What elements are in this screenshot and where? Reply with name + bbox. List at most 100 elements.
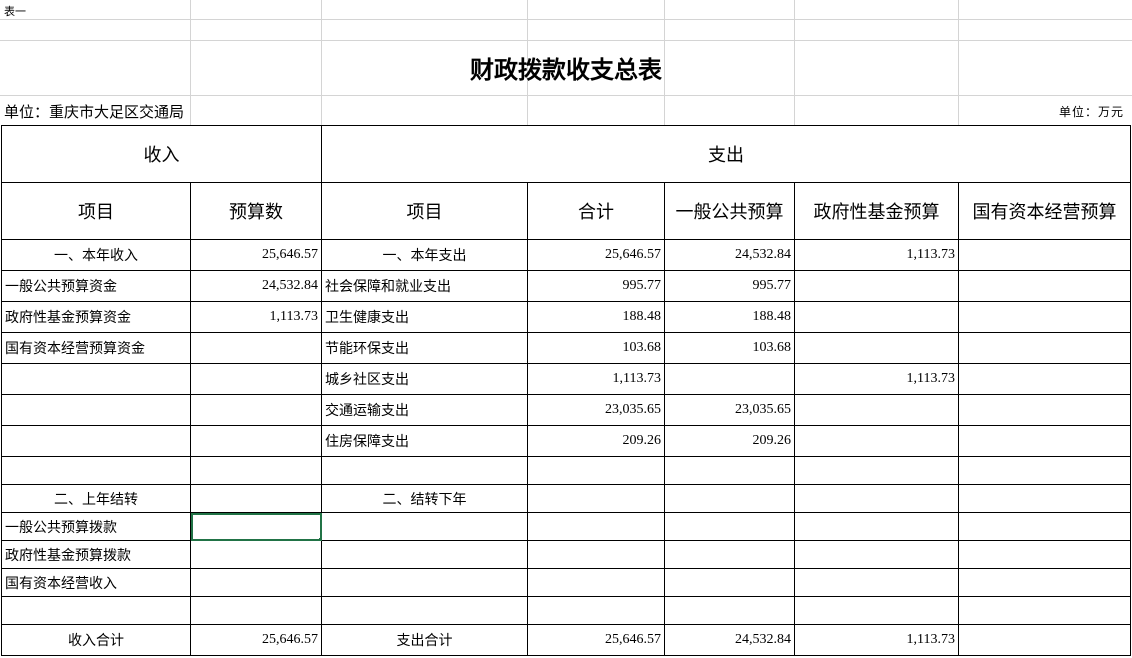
cell[interactable]: 188.48 [664, 301, 795, 333]
cell[interactable]: 24,532.84 [664, 239, 795, 271]
cell[interactable] [190, 596, 322, 625]
cell[interactable] [664, 456, 795, 485]
cell[interactable]: 1,113.73 [794, 239, 959, 271]
cell[interactable] [957, 394, 1132, 426]
cell[interactable]: 1,113.73 [794, 363, 959, 395]
cell[interactable] [190, 540, 322, 569]
cell[interactable] [1, 425, 191, 457]
cell[interactable]: 二、上年结转 [1, 484, 191, 513]
cell[interactable]: 国有资本经营收入 [1, 568, 191, 597]
cell[interactable] [1, 456, 191, 485]
cell[interactable] [190, 568, 322, 597]
cell[interactable]: 一般公共预算拨款 [1, 512, 191, 541]
cell[interactable] [957, 568, 1132, 597]
cell[interactable]: 995.77 [527, 270, 665, 302]
cell[interactable]: 209.26 [527, 425, 665, 457]
income-total-value[interactable]: 25,646.57 [190, 624, 322, 656]
cell[interactable] [664, 512, 795, 541]
cell[interactable]: 25,646.57 [527, 239, 665, 271]
income-header[interactable]: 收入 [1, 125, 322, 183]
cell[interactable] [957, 512, 1132, 541]
col-income-item[interactable]: 项目 [1, 182, 191, 240]
cell[interactable] [321, 596, 528, 625]
cell[interactable] [794, 540, 959, 569]
cell[interactable]: 卫生健康支出 [321, 301, 528, 333]
cell[interactable] [664, 484, 795, 513]
cell[interactable] [321, 512, 528, 541]
cell[interactable] [957, 301, 1132, 333]
cell[interactable]: 一、本年支出 [321, 239, 528, 271]
cell[interactable]: 节能环保支出 [321, 332, 528, 364]
cell[interactable]: 995.77 [664, 270, 795, 302]
cell[interactable] [1, 394, 191, 426]
cell[interactable] [1, 363, 191, 395]
cell[interactable] [794, 425, 959, 457]
cell[interactable] [957, 363, 1132, 395]
cell[interactable]: 住房保障支出 [321, 425, 528, 457]
col-total[interactable]: 合计 [527, 182, 665, 240]
cell[interactable] [957, 425, 1132, 457]
cell[interactable] [190, 456, 322, 485]
cell[interactable] [794, 394, 959, 426]
cell[interactable] [527, 456, 665, 485]
selected-cell[interactable] [190, 512, 322, 541]
cell[interactable] [190, 394, 322, 426]
cell[interactable]: 一般公共预算资金 [1, 270, 191, 302]
cell[interactable] [957, 239, 1132, 271]
cell[interactable]: 1,113.73 [190, 301, 322, 333]
cell[interactable] [794, 332, 959, 364]
cell[interactable] [527, 484, 665, 513]
cell[interactable]: 23,035.65 [527, 394, 665, 426]
cell[interactable]: 25,646.57 [190, 239, 322, 271]
cell[interactable] [957, 332, 1132, 364]
cell[interactable]: 交通运输支出 [321, 394, 528, 426]
cell[interactable] [794, 512, 959, 541]
col-fund-budget[interactable]: 政府性基金预算 [794, 182, 959, 240]
cell[interactable] [190, 332, 322, 364]
col-state-capital-budget[interactable]: 国有资本经营预算 [957, 182, 1132, 240]
income-total-label[interactable]: 收入合计 [1, 624, 191, 656]
cell[interactable] [664, 363, 795, 395]
cell[interactable] [527, 596, 665, 625]
cell[interactable] [1, 596, 191, 625]
cell[interactable] [957, 456, 1132, 485]
cell[interactable] [190, 484, 322, 513]
cell[interactable]: 政府性基金预算资金 [1, 301, 191, 333]
cell[interactable] [664, 568, 795, 597]
col-budget-amount[interactable]: 预算数 [190, 182, 322, 240]
cell[interactable] [794, 270, 959, 302]
col-general-budget[interactable]: 一般公共预算 [664, 182, 795, 240]
cell[interactable]: 209.26 [664, 425, 795, 457]
col-expense-item[interactable]: 项目 [321, 182, 528, 240]
cell[interactable] [794, 596, 959, 625]
cell[interactable] [794, 484, 959, 513]
cell[interactable] [664, 540, 795, 569]
cell[interactable]: 政府性基金预算拨款 [1, 540, 191, 569]
cell[interactable]: 24,532.84 [664, 624, 795, 656]
expense-header[interactable]: 支出 [320, 125, 1132, 183]
cell[interactable] [957, 484, 1132, 513]
cell[interactable]: 国有资本经营预算资金 [1, 332, 191, 364]
cell[interactable] [794, 456, 959, 485]
cell[interactable] [190, 425, 322, 457]
cell[interactable] [794, 301, 959, 333]
cell[interactable] [527, 568, 665, 597]
cell[interactable]: 1,113.73 [527, 363, 665, 395]
cell[interactable] [527, 512, 665, 541]
cell[interactable] [957, 540, 1132, 569]
cell[interactable] [321, 456, 528, 485]
cell[interactable] [664, 596, 795, 625]
cell[interactable]: 1,113.73 [794, 624, 959, 656]
cell[interactable]: 社会保障和就业支出 [321, 270, 528, 302]
cell[interactable]: 城乡社区支出 [321, 363, 528, 395]
cell[interactable]: 24,532.84 [190, 270, 322, 302]
cell[interactable]: 二、结转下年 [321, 484, 528, 513]
cell[interactable]: 188.48 [527, 301, 665, 333]
cell[interactable] [957, 624, 1132, 656]
cell[interactable]: 23,035.65 [664, 394, 795, 426]
cell[interactable]: 25,646.57 [527, 624, 665, 656]
cell[interactable] [527, 540, 665, 569]
cell[interactable] [957, 596, 1132, 625]
expense-total-label[interactable]: 支出合计 [321, 624, 528, 656]
cell[interactable] [321, 540, 528, 569]
